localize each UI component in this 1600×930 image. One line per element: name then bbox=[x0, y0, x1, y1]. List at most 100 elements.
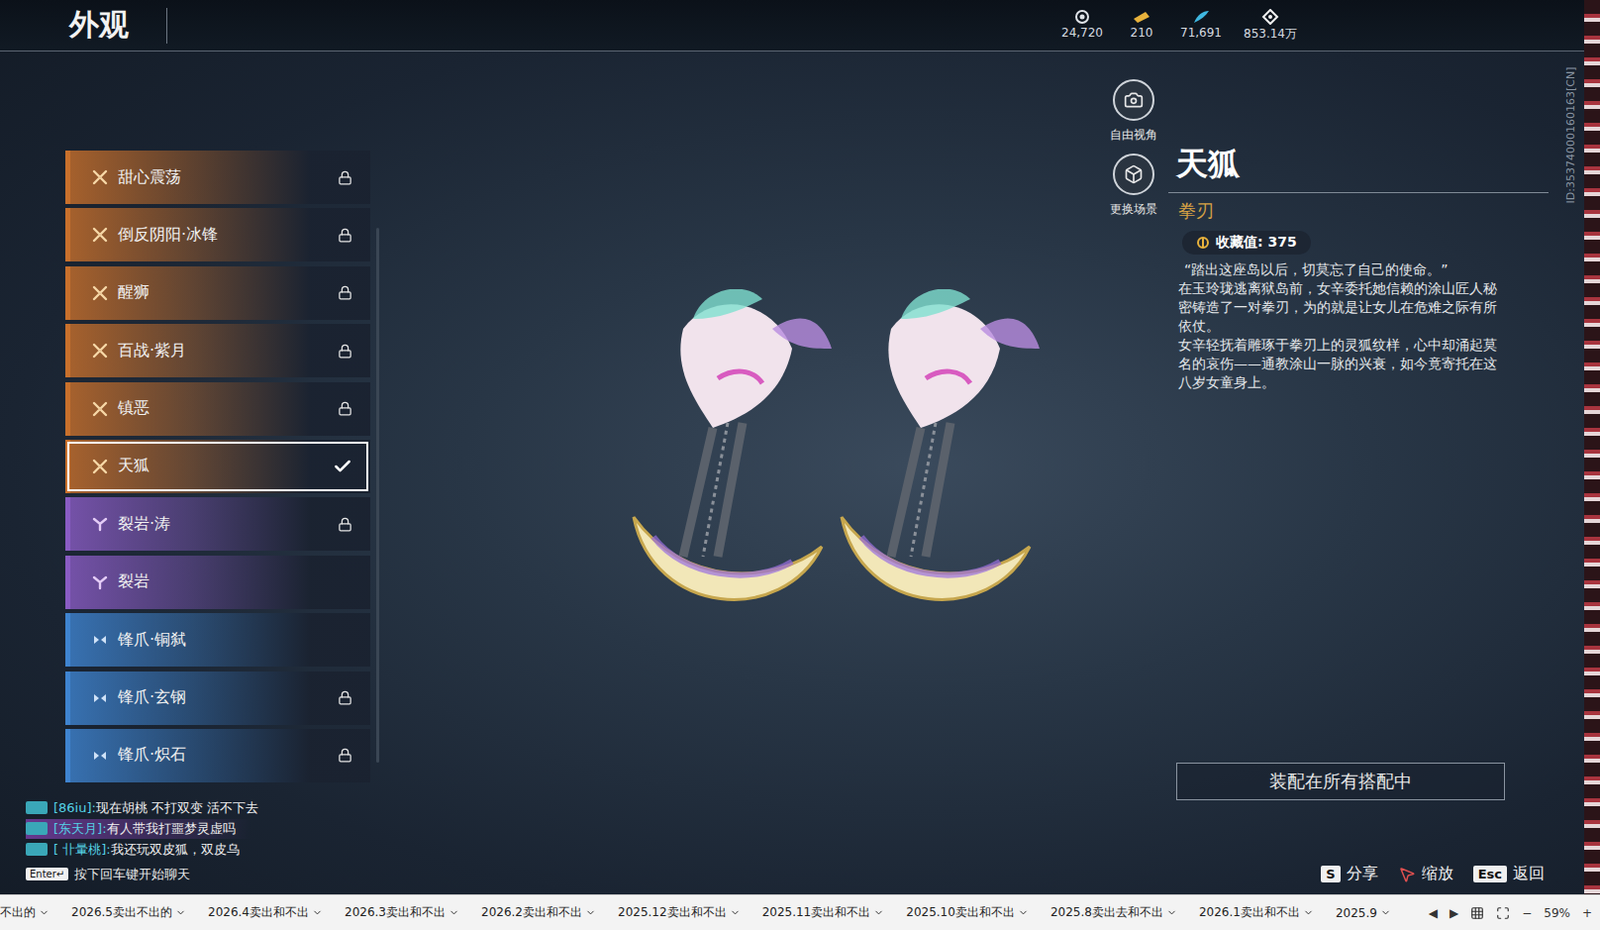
zoom-out-button[interactable]: − bbox=[1521, 905, 1532, 920]
skin-label: 醒狮 bbox=[117, 282, 328, 303]
sheet-tab[interactable]: 2026.3卖出和不出 bbox=[344, 903, 460, 921]
feather-icon bbox=[1191, 8, 1211, 25]
key-hint[interactable]: S分享 bbox=[1320, 863, 1378, 885]
mouse-icon bbox=[1398, 865, 1416, 884]
rarity-epic-icon bbox=[92, 574, 108, 591]
chat-text: 我还玩双皮狐，双皮乌 bbox=[110, 841, 240, 857]
next-sheet-button[interactable]: ▶ bbox=[1449, 905, 1459, 920]
sheet-tab-bar: 不出的 2026.5卖出不出的 2026.4卖出和不出 2026.3卖出和不出 2026… bbox=[0, 894, 1600, 930]
skin-label: 裂岩·涛 bbox=[117, 513, 328, 535]
player-id: ID:35374000160163[CN] bbox=[1565, 67, 1579, 204]
currency-value: 210 bbox=[1130, 25, 1154, 40]
chat-text: 现在胡桃 不打双变 活不下去 bbox=[96, 800, 259, 815]
chat-message: [ 卝暈桃]:我还玩双皮狐，双皮乌 bbox=[25, 839, 256, 860]
rarity-rare-icon bbox=[92, 690, 108, 706]
chevron-down-icon bbox=[585, 906, 597, 918]
chevron-down-icon bbox=[729, 906, 741, 918]
weapon-type: 拳刃 bbox=[1168, 193, 1549, 231]
grid-icon[interactable] bbox=[1470, 905, 1485, 920]
page-title: 外观 bbox=[69, 7, 168, 44]
key-hints: S分享缩放 Esc返回 bbox=[1168, 863, 1549, 885]
sheet-tab[interactable]: 2026.2卖出和不出 bbox=[481, 903, 597, 921]
equip-all-button[interactable]: 装配在所有搭配中 bbox=[1176, 762, 1505, 800]
sheet-tab[interactable]: 2025.8卖出去和不出 bbox=[1050, 903, 1178, 921]
main-area: 外观24,72021071,691853.14万 ID:3537400016016… bbox=[0, 0, 1600, 895]
fullscreen-icon[interactable] bbox=[1496, 905, 1510, 920]
skin-item[interactable]: 锋爪·铜弑 bbox=[65, 612, 371, 667]
zoom-in-button[interactable]: + bbox=[1582, 905, 1593, 920]
skin-item[interactable]: 裂岩 bbox=[65, 555, 371, 609]
skin-item[interactable]: 锋爪·炽石 bbox=[65, 728, 371, 783]
rarity-legendary-icon bbox=[92, 458, 108, 475]
skin-label: 百战·紫月 bbox=[117, 340, 328, 362]
currency: 210 bbox=[1124, 8, 1159, 43]
view-button[interactable]: 更换场景 bbox=[1109, 153, 1158, 218]
sheet-tab[interactable]: 2026.4卖出和不出 bbox=[207, 903, 323, 921]
sheet-tab[interactable]: 2025.10卖出和不出 bbox=[905, 903, 1029, 921]
chevron-down-icon bbox=[38, 906, 50, 918]
rarity-legendary-icon bbox=[92, 285, 108, 301]
sheet-tab[interactable]: 2025.11卖出和不出 bbox=[762, 903, 886, 921]
chat-message: [东天月]:有人带我打噩梦灵虚吗 bbox=[25, 818, 252, 839]
skin-label: 锋爪·炽石 bbox=[117, 744, 328, 766]
skin-item[interactable]: 醒狮 bbox=[65, 266, 371, 320]
currency: 853.14万 bbox=[1243, 8, 1298, 43]
rarity-legendary-icon bbox=[92, 169, 108, 186]
lock-icon bbox=[337, 516, 353, 532]
chat: [86iu]:现在胡桃 不打双变 活不下去[东天月]:有人带我打噩梦灵虚吗[ 卝… bbox=[25, 798, 387, 884]
background-window-edge bbox=[1584, 0, 1600, 895]
skin-item[interactable]: 镇恶 bbox=[65, 382, 371, 436]
view-button[interactable]: 自由视角 bbox=[1109, 79, 1158, 144]
key-hint[interactable]: 缩放 bbox=[1398, 863, 1454, 885]
view-buttons: 自由视角更换场景 bbox=[1099, 51, 1169, 895]
sheet-tab[interactable]: 2025.9 bbox=[1335, 903, 1392, 921]
chat-hint[interactable]: Enter↵按下回车键开始聊天 bbox=[25, 865, 387, 884]
sheet-tab[interactable]: 2025.12卖出和不出 bbox=[617, 903, 741, 921]
rarity-rare-icon bbox=[92, 631, 108, 648]
skin-label: 裂岩 bbox=[117, 571, 353, 593]
skin-item[interactable]: 天狐 bbox=[65, 439, 371, 494]
gem-icon bbox=[1260, 8, 1281, 25]
chevron-down-icon bbox=[1380, 906, 1392, 918]
chevron-down-icon bbox=[1302, 906, 1314, 918]
chat-name[interactable]: [86iu]: bbox=[53, 800, 97, 815]
collection-icon bbox=[1196, 235, 1210, 250]
content: 甜心震荡倒反阴阳·冰锋醒狮百战·紫月镇恶天狐裂岩·涛裂岩锋爪·铜弑锋爪·玄钢锋爪… bbox=[0, 51, 1585, 895]
skin-label: 锋爪·铜弑 bbox=[117, 629, 353, 651]
skin-item[interactable]: 锋爪·玄钢 bbox=[65, 671, 371, 725]
chat-name[interactable]: [ 卝暈桃]: bbox=[53, 841, 111, 857]
skin-label: 天狐 bbox=[117, 455, 323, 477]
chat-name[interactable]: [东天月]: bbox=[53, 820, 107, 836]
enter-key: Enter↵ bbox=[25, 867, 69, 881]
rarity-legendary-icon bbox=[92, 226, 108, 243]
lock-icon bbox=[337, 690, 353, 705]
lock-icon bbox=[337, 747, 353, 763]
channel-icon bbox=[25, 842, 48, 856]
chevron-down-icon bbox=[448, 906, 460, 918]
skin-item[interactable]: 甜心震荡 bbox=[65, 150, 371, 204]
preview-area[interactable] bbox=[386, 51, 1100, 895]
scene-icon bbox=[1123, 164, 1144, 185]
sheet-tab[interactable]: 不出的 bbox=[0, 903, 50, 921]
list-scrollbar[interactable] bbox=[376, 227, 380, 763]
zoom-level: 59% bbox=[1543, 905, 1571, 920]
lock-icon bbox=[337, 285, 353, 300]
rarity-legendary-icon bbox=[92, 342, 108, 359]
rarity-legendary-icon bbox=[92, 400, 108, 417]
key-hint[interactable]: Esc返回 bbox=[1473, 863, 1545, 885]
currency-value: 853.14万 bbox=[1243, 25, 1298, 43]
ticket-icon bbox=[1131, 8, 1152, 25]
sheet-tab[interactable]: 2026.1卖出和不出 bbox=[1199, 903, 1314, 921]
chat-text: 有人带我打噩梦灵虚吗 bbox=[106, 820, 236, 836]
prev-sheet-button[interactable]: ◀ bbox=[1428, 905, 1438, 920]
top-bar: 外观24,72021071,691853.14万 bbox=[0, 0, 1585, 52]
sheet-tools: ◀ ▶ −59% + bbox=[1418, 905, 1593, 920]
description: “踏出这座岛以后，切莫忘了自己的使命。”在玉玲珑逃离狱岛前，女辛委托她信赖的涂山… bbox=[1168, 254, 1549, 393]
skin-label: 倒反阴阳·冰锋 bbox=[117, 224, 328, 246]
skin-item[interactable]: 百战·紫月 bbox=[65, 323, 371, 378]
rarity-rare-icon bbox=[92, 747, 108, 764]
skin-item[interactable]: 裂岩·涛 bbox=[65, 497, 371, 551]
sheet-tab[interactable]: 2026.5卖出不出的 bbox=[71, 903, 187, 921]
skin-item[interactable]: 倒反阴阳·冰锋 bbox=[65, 207, 371, 262]
lock-icon bbox=[337, 343, 353, 359]
